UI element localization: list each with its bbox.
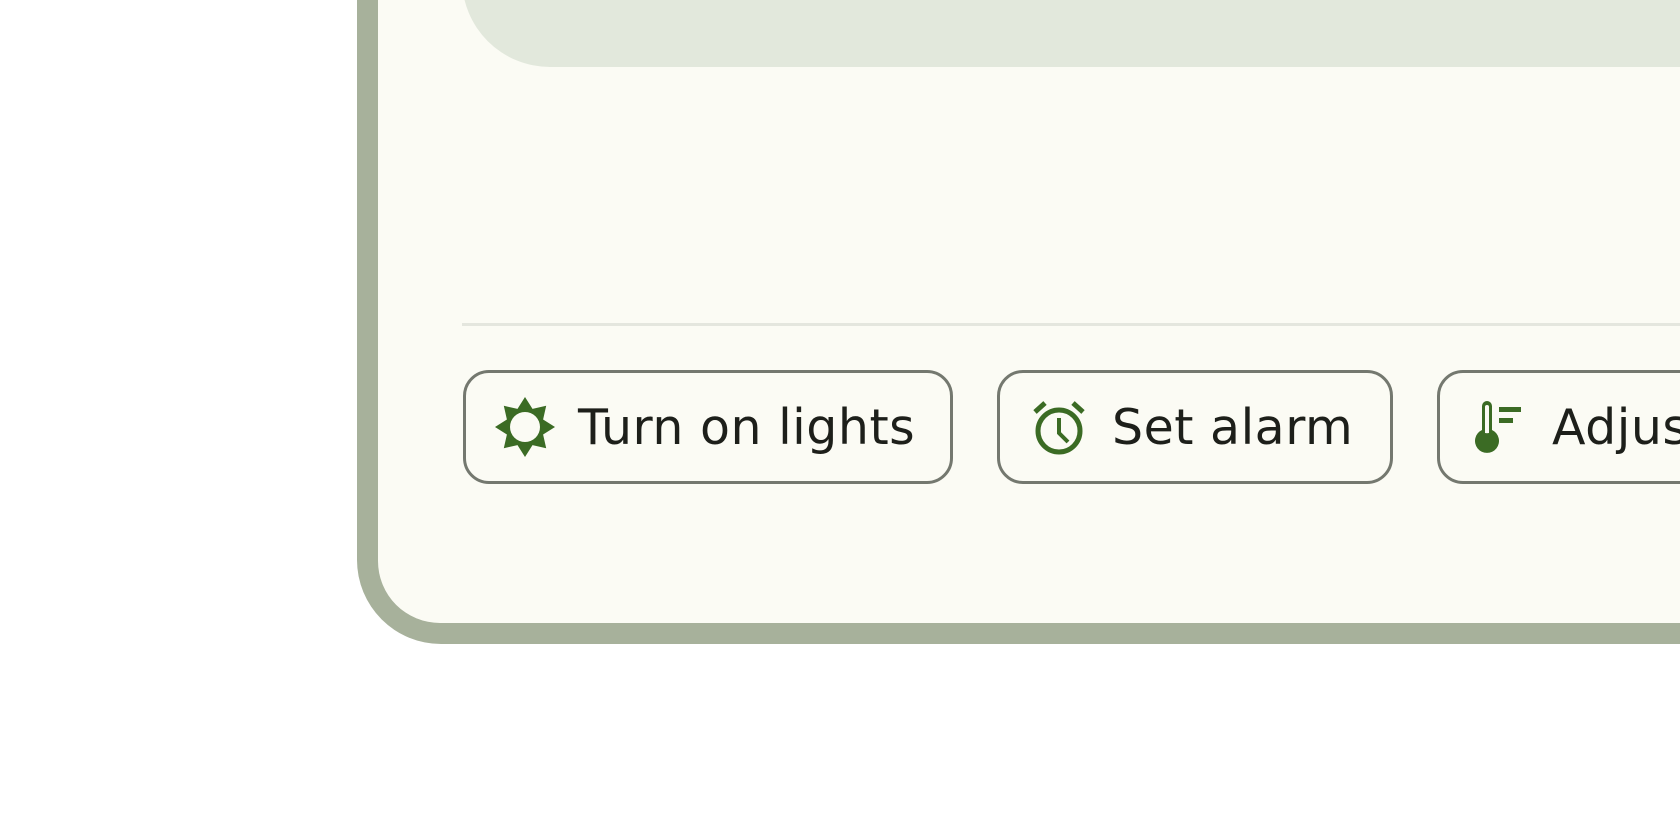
- adjust-thermostat-chip[interactable]: Adjust thermostat: [1437, 370, 1680, 484]
- app-screen: Turn on lights Set alarm Adjus: [378, 0, 1680, 623]
- thermostat-icon: [1466, 394, 1532, 460]
- set-alarm-label: Set alarm: [1112, 398, 1354, 456]
- alarm-icon: [1026, 394, 1092, 460]
- turn-on-lights-label: Turn on lights: [578, 398, 916, 456]
- suggestion-divider: [462, 323, 1680, 326]
- brightness-icon: [492, 394, 558, 460]
- app-viewport: Turn on lights Set alarm Adjus: [0, 0, 1680, 840]
- device-frame: Turn on lights Set alarm Adjus: [357, 0, 1680, 644]
- turn-on-lights-chip[interactable]: Turn on lights: [463, 370, 953, 484]
- suggestion-chips: Turn on lights Set alarm Adjus: [463, 370, 1680, 484]
- set-alarm-chip[interactable]: Set alarm: [997, 370, 1393, 484]
- top-content-panel: [462, 0, 1680, 67]
- adjust-thermostat-label: Adjust thermostat: [1552, 398, 1680, 456]
